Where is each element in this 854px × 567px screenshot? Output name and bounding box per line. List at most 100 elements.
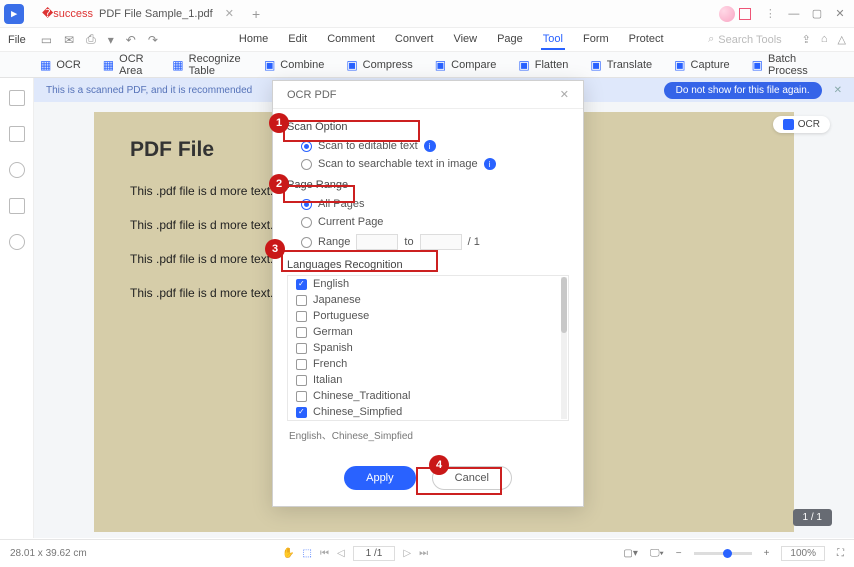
attachment-icon[interactable] <box>9 198 25 214</box>
file-menu[interactable]: File <box>8 34 26 46</box>
up-icon[interactable]: △ <box>838 33 846 46</box>
menu-protect[interactable]: Protect <box>627 30 666 50</box>
radio-scan-searchable[interactable]: Scan to searchable text in image i <box>287 155 569 173</box>
close-button[interactable]: ✕ <box>830 7 850 20</box>
cloud-icon[interactable]: ⌂ <box>821 33 828 46</box>
tool-recognize-table[interactable]: ▦Recognize Table <box>172 53 242 77</box>
range-from-input[interactable] <box>356 234 398 250</box>
combine-icon: ▣ <box>264 58 275 72</box>
dialog-title: OCR PDF <box>287 89 337 101</box>
lang-option-german[interactable]: German <box>288 324 568 340</box>
lang-option-italian[interactable]: Italian <box>288 372 568 388</box>
menu-form[interactable]: Form <box>581 30 611 50</box>
menu-home[interactable]: Home <box>237 30 270 50</box>
ocr-badge-icon <box>783 119 794 130</box>
hand-tool-icon[interactable]: ✋ <box>282 548 294 559</box>
lang-option-portuguese[interactable]: Portuguese <box>288 308 568 324</box>
left-sidebar <box>0 78 34 538</box>
kebab-icon[interactable]: ⋮ <box>765 7 776 20</box>
tool-compress[interactable]: ▣Compress <box>346 58 412 72</box>
checkbox-icon <box>296 279 307 290</box>
ocr-tool-icon: ▦ <box>40 58 51 72</box>
zoom-percent[interactable]: 100% <box>781 546 825 561</box>
info-icon[interactable]: i <box>424 140 436 152</box>
menu-comment[interactable]: Comment <box>325 30 377 50</box>
selected-languages-summary: English、Chinese_Simpfied <box>287 421 569 446</box>
comment-panel-icon[interactable] <box>9 162 25 178</box>
add-tab-button[interactable]: + <box>252 6 260 22</box>
zoom-slider[interactable] <box>694 552 752 555</box>
open-icon[interactable]: ▭ <box>38 33 55 47</box>
print-icon[interactable]: ⎙ <box>83 32 99 47</box>
tool-ocr-area[interactable]: ▦OCR Area <box>103 53 151 77</box>
prev-page-icon[interactable]: ◁ <box>337 548 345 559</box>
lang-option-spanish[interactable]: Spanish <box>288 340 568 356</box>
last-page-icon[interactable]: ⏭ <box>419 548 428 559</box>
tool-combine[interactable]: ▣Combine <box>264 58 324 72</box>
app-logo: ▸ <box>4 4 24 24</box>
search-panel-icon[interactable] <box>9 234 25 250</box>
next-page-icon[interactable]: ▷ <box>403 548 411 559</box>
lang-option-japanese[interactable]: Japanese <box>288 292 568 308</box>
lang-option-english[interactable]: English <box>288 276 568 292</box>
lang-option-chinese-traditional[interactable]: Chinese_Traditional <box>288 388 568 404</box>
tool-batch[interactable]: ▣Batch Process <box>752 53 814 77</box>
undo-icon[interactable]: ↶ <box>123 33 139 47</box>
select-tool-icon[interactable]: ⬚ <box>303 548 312 559</box>
lang-scrollbar-thumb[interactable] <box>561 277 567 333</box>
range-to-input[interactable] <box>420 234 462 250</box>
lang-option-french[interactable]: French <box>288 356 568 372</box>
save-icon[interactable]: ▾ <box>105 33 117 47</box>
page-indicator: 1 / 1 <box>793 509 832 526</box>
cursor-coords: 28.01 x 39.62 cm <box>10 548 87 559</box>
lang-option-chinese-simplified[interactable]: Chinese_Simpfied <box>288 404 568 420</box>
menu-tool[interactable]: Tool <box>541 30 565 50</box>
batch-icon: ▣ <box>752 58 763 72</box>
search-tools[interactable]: ⌕ Search Tools <box>708 33 782 46</box>
redo-icon[interactable]: ↷ <box>145 33 161 47</box>
info-icon[interactable]: i <box>484 158 496 170</box>
tool-compare[interactable]: ▣Compare <box>435 58 497 72</box>
menu-bar: File ▭ ✉ ⎙ ▾ ↶ ↷ Home Edit Comment Conve… <box>0 28 854 52</box>
menu-edit[interactable]: Edit <box>286 30 309 50</box>
page-input[interactable]: 1 /1 <box>353 546 396 561</box>
tool-capture[interactable]: ▣Capture <box>674 58 729 72</box>
apply-button[interactable]: Apply <box>344 466 416 490</box>
bookmark-icon[interactable] <box>9 126 25 142</box>
banner-dismiss-pill[interactable]: Do not show for this file again. <box>664 82 822 99</box>
notification-icon[interactable] <box>739 8 751 20</box>
maximize-button[interactable]: ▢ <box>807 7 827 20</box>
translate-icon: ▣ <box>590 58 601 72</box>
mail-icon[interactable]: ✉ <box>61 33 77 47</box>
document-tab[interactable]: �success PDF File Sample_1.pdf ✕ <box>32 3 244 24</box>
banner-close-icon[interactable]: ✕ <box>834 85 842 96</box>
zoom-out-icon[interactable]: − <box>676 548 682 559</box>
radio-current-page[interactable]: Current Page <box>287 213 569 231</box>
zoom-in-icon[interactable]: + <box>764 548 770 559</box>
display-icon[interactable]: 🖵▾ <box>650 548 664 559</box>
dialog-close-icon[interactable]: ✕ <box>560 88 569 101</box>
compress-icon: ▣ <box>346 58 357 72</box>
menu-page[interactable]: Page <box>495 30 525 50</box>
table-icon: ▦ <box>172 58 183 72</box>
share-icon[interactable]: ⇪ <box>802 33 811 46</box>
checkbox-icon <box>296 375 307 386</box>
status-bar: 28.01 x 39.62 cm ✋ ⬚ ⏮ ◁ 1 /1 ▷ ⏭ ▢▾ 🖵▾ … <box>0 539 854 567</box>
avatar[interactable] <box>719 6 735 22</box>
ocr-floating-badge[interactable]: OCR <box>773 116 830 133</box>
thumbnails-icon[interactable] <box>9 90 25 106</box>
ocr-area-icon: ▦ <box>103 58 114 72</box>
page-nav: ✋ ⬚ ⏮ ◁ 1 /1 ▷ ⏭ <box>282 546 428 561</box>
tool-ocr[interactable]: ▦OCR <box>40 58 81 72</box>
first-page-icon[interactable]: ⏮ <box>320 548 329 559</box>
menu-view[interactable]: View <box>451 30 479 50</box>
tool-translate[interactable]: ▣Translate <box>590 58 652 72</box>
tool-flatten[interactable]: ▣Flatten <box>518 58 568 72</box>
fullscreen-icon[interactable]: ⛶ <box>837 548 844 559</box>
banner-text: This is a scanned PDF, and it is recomme… <box>46 85 252 96</box>
close-tab-icon[interactable]: ✕ <box>225 7 234 20</box>
minimize-button[interactable]: — <box>784 8 804 20</box>
menu-convert[interactable]: Convert <box>393 30 436 50</box>
annotation-badge-4: 4 <box>429 455 449 475</box>
view-mode-icon[interactable]: ▢▾ <box>623 548 637 559</box>
